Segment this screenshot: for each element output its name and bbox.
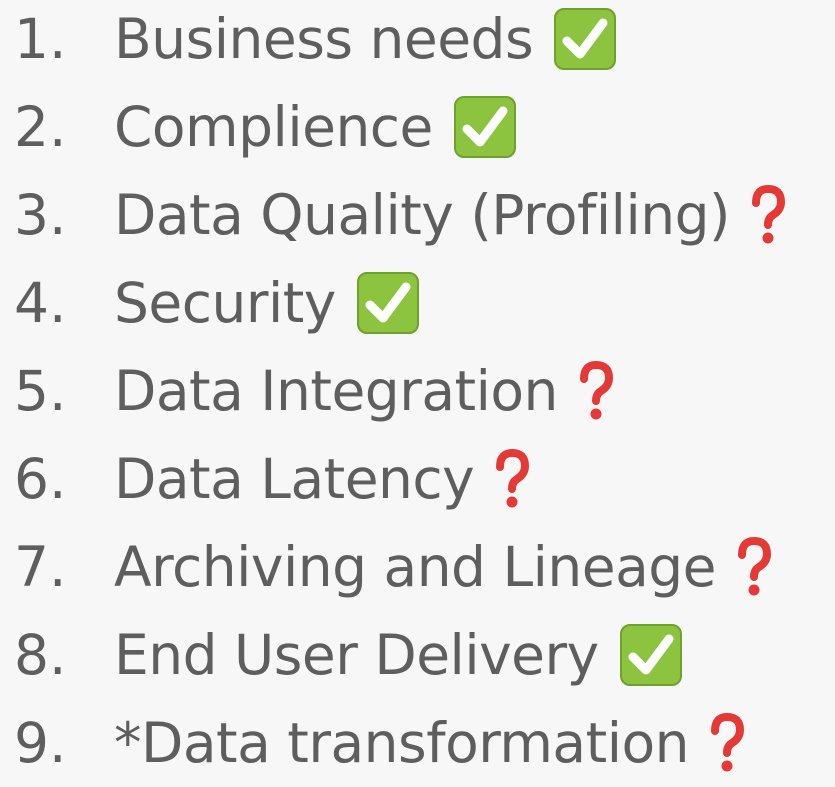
check-mark-button-icon bbox=[356, 271, 420, 335]
item-number: 8. bbox=[14, 622, 67, 687]
item-label: Data Quality (Profiling) bbox=[114, 182, 730, 247]
red-question-mark-icon bbox=[734, 535, 774, 599]
item-number: 2. bbox=[14, 94, 67, 159]
list-item: 1. Business needs bbox=[14, 0, 835, 83]
list-item: 5. Data Integration bbox=[14, 347, 835, 435]
item-label: Data Latency bbox=[114, 446, 475, 511]
red-question-mark-icon bbox=[576, 359, 616, 423]
item-label: Archiving and Lineage bbox=[114, 534, 717, 599]
item-number: 1. bbox=[14, 6, 67, 71]
item-number: 3. bbox=[14, 182, 67, 247]
item-number: 5. bbox=[14, 358, 67, 423]
item-number: 9. bbox=[14, 710, 67, 775]
red-question-mark-icon bbox=[748, 183, 788, 247]
list-item: 9. *Data transformation bbox=[14, 699, 835, 787]
item-number: 6. bbox=[14, 446, 67, 511]
list-item: 2. Complience bbox=[14, 83, 835, 171]
list-item: 6. Data Latency bbox=[14, 435, 835, 523]
check-mark-button-icon bbox=[553, 7, 617, 71]
requirements-list: 1. Business needs 2. Complience 3. Data … bbox=[0, 0, 835, 776]
item-label: Data Integration bbox=[114, 358, 558, 423]
item-label: Security bbox=[114, 270, 336, 335]
item-number: 4. bbox=[14, 270, 67, 335]
red-question-mark-icon bbox=[492, 447, 532, 511]
item-label: End User Delivery bbox=[114, 622, 599, 687]
item-label: *Data transformation bbox=[114, 710, 690, 775]
list-item: 3. Data Quality (Profiling) bbox=[14, 171, 835, 259]
item-number: 7. bbox=[14, 534, 67, 599]
item-label: Complience bbox=[114, 94, 433, 159]
list-item: 8. End User Delivery bbox=[14, 611, 835, 699]
check-mark-button-icon bbox=[453, 95, 517, 159]
list-item: 4. Security bbox=[14, 259, 835, 347]
red-question-mark-icon bbox=[707, 711, 747, 775]
list-item: 7. Archiving and Lineage bbox=[14, 523, 835, 611]
item-label: Business needs bbox=[114, 6, 534, 71]
check-mark-button-icon bbox=[619, 623, 683, 687]
